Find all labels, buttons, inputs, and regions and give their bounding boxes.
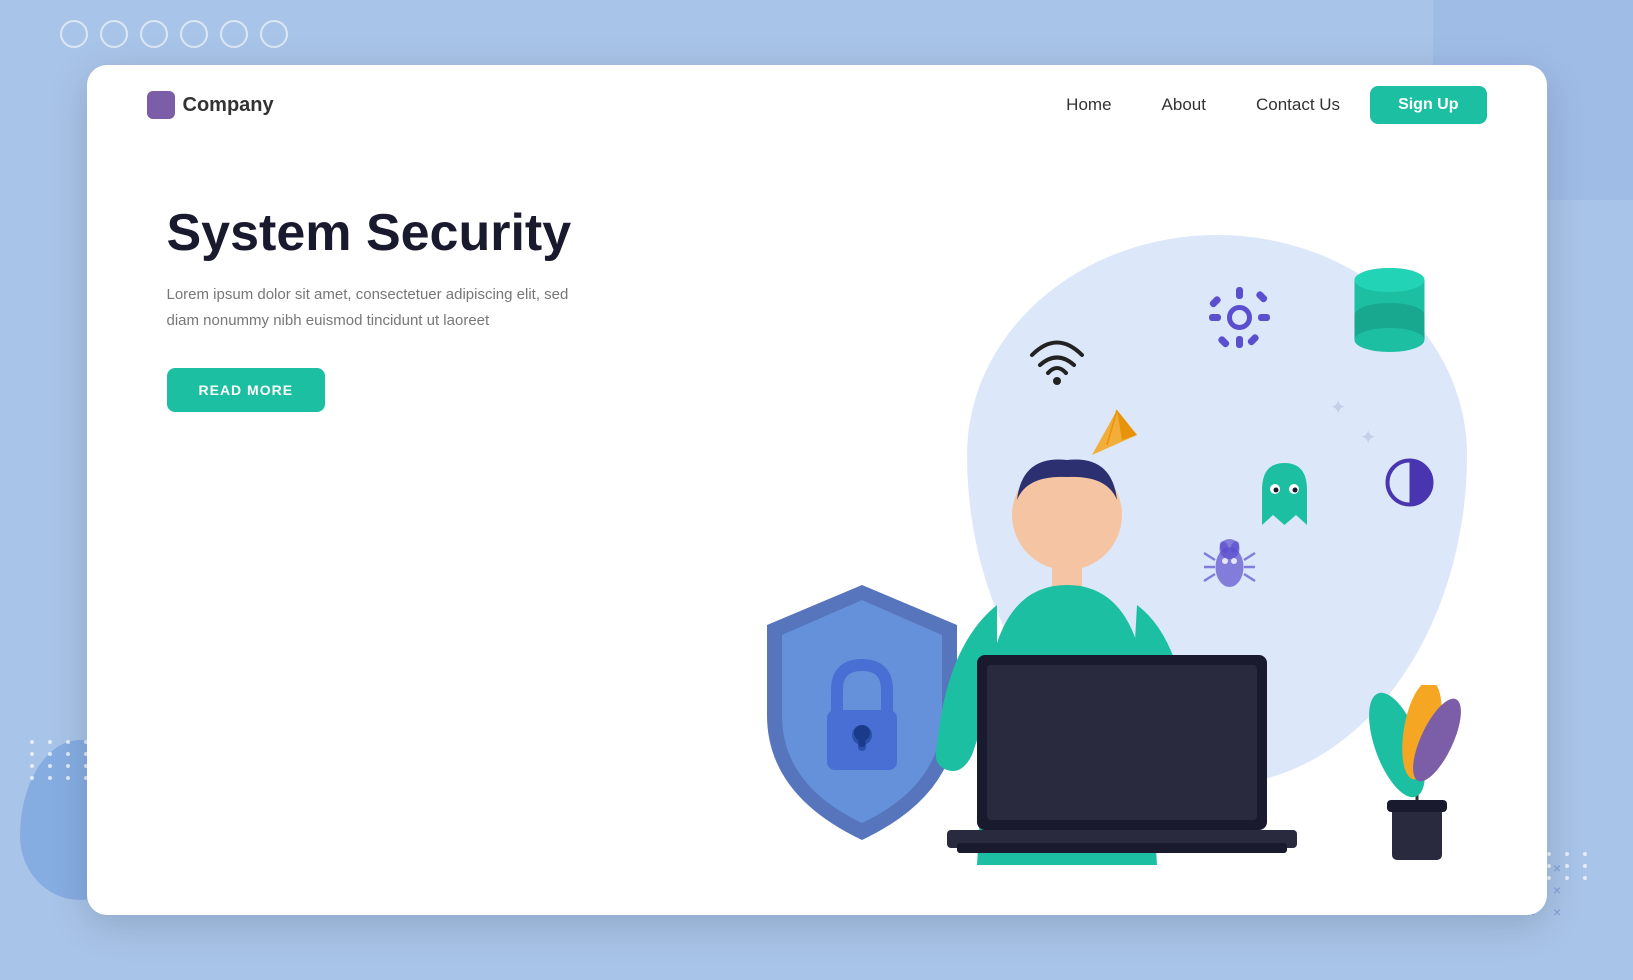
- hero-title: System Security: [167, 205, 587, 262]
- laptop: [947, 655, 1297, 875]
- wifi-icon: [1027, 335, 1087, 390]
- logo[interactable]: Company: [147, 91, 274, 119]
- sparkle-icon-2: ✦: [1360, 425, 1377, 450]
- nav-links: Home About Contact Us: [1066, 95, 1340, 115]
- logo-text: Company: [183, 94, 274, 117]
- database-icon: [1352, 265, 1427, 360]
- read-more-button[interactable]: READ MORE: [167, 368, 326, 412]
- hero-section: System Security Lorem ipsum dolor sit am…: [167, 205, 587, 412]
- background-circles: [60, 20, 288, 48]
- sparkle-icon-1: ✦: [1330, 395, 1347, 420]
- navbar: Company Home About Contact Us Sign Up: [87, 65, 1547, 145]
- nav-contact[interactable]: Contact Us: [1256, 95, 1340, 115]
- nav-about[interactable]: About: [1162, 95, 1206, 115]
- plant: [1367, 685, 1467, 865]
- bug-icon: [1202, 535, 1257, 600]
- nav-home[interactable]: Home: [1066, 95, 1111, 115]
- ghost-icon: [1252, 455, 1317, 535]
- gear-icon: [1207, 285, 1272, 355]
- illustration: ✦ ✦: [647, 135, 1547, 915]
- main-card: Company Home About Contact Us Sign Up Sy…: [87, 65, 1547, 915]
- hero-description: Lorem ipsum dolor sit amet, consectetuer…: [167, 282, 587, 333]
- signup-button[interactable]: Sign Up: [1370, 86, 1486, 124]
- background-dots-left: [30, 740, 94, 780]
- logo-icon: [147, 91, 175, 119]
- half-circle-icon: [1382, 455, 1437, 515]
